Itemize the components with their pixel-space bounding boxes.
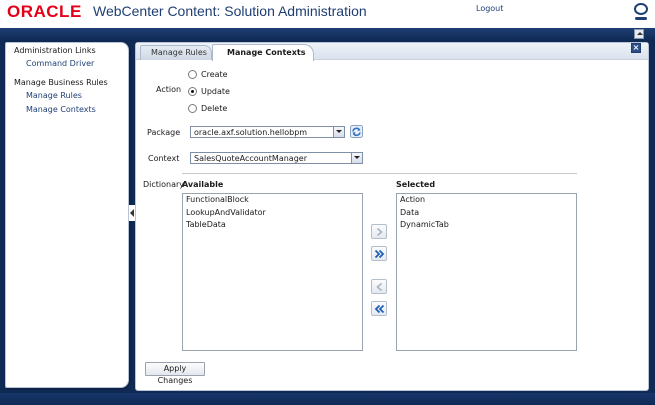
move-right-button[interactable] [371,224,387,239]
help-icon[interactable] [632,2,650,24]
footer-strip [0,393,655,405]
refresh-icon[interactable] [350,125,363,138]
move-all-right-icon [374,249,385,259]
app-title: WebCenter Content: Solution Administrati… [93,3,367,19]
list-item[interactable]: FunctionalBlock [183,194,362,207]
header-divider-strip [0,28,655,40]
main-panel: Manage Rules Manage Contexts × Action Cr… [135,42,649,391]
sidebar-item-manage-contexts[interactable]: Manage Contexts [26,105,96,114]
tab-manage-rules[interactable]: Manage Rules [140,45,212,60]
move-right-icon [376,227,383,237]
package-value: oracle.axf.solution.hellobpm [194,128,308,137]
list-item[interactable]: DynamicTab [397,219,576,232]
tab-label: Manage Rules [151,48,207,57]
move-all-left-icon [374,304,385,314]
sidebar-group-manage-business-rules: Manage Business Rules [14,78,108,87]
close-icon[interactable]: × [631,43,641,53]
radio-update[interactable] [188,87,197,96]
context-select[interactable]: SalesQuoteAccountManager [190,152,363,164]
apply-changes-button[interactable]: Apply Changes [145,362,205,385]
chevron-down-icon [333,127,344,137]
list-item[interactable]: LookupAndValidator [183,207,362,220]
context-value: SalesQuoteAccountManager [194,154,307,163]
dictionary-label: Dictionary [143,180,185,189]
scroll-up-icon[interactable] [634,29,644,39]
available-list[interactable]: FunctionalBlock LookupAndValidator Table… [182,193,363,351]
radio-delete[interactable] [188,104,197,113]
sidebar-item-manage-rules[interactable]: Manage Rules [26,91,82,100]
move-left-button[interactable] [371,279,387,294]
package-label: Package [147,128,181,137]
tab-label: Manage Contexts [227,48,306,57]
chevron-down-icon [351,153,362,163]
move-all-left-button[interactable] [371,301,387,316]
sidebar-item-command-driver[interactable]: Command Driver [26,59,94,68]
radio-delete-label: Delete [201,104,228,113]
context-label: Context [148,154,180,163]
sidebar-group-administration-links: Administration Links [14,46,96,55]
list-item[interactable]: TableData [183,219,362,232]
radio-update-label: Update [201,87,230,96]
action-label: Action [156,85,182,94]
package-select[interactable]: oracle.axf.solution.hellobpm [190,126,345,138]
move-left-icon [376,282,383,292]
top-header: ORACLE WebCenter Content: Solution Admin… [0,0,655,28]
tab-manage-contexts[interactable]: Manage Contexts [212,44,314,61]
available-header: Available [182,180,224,189]
list-item[interactable]: Data [397,207,576,220]
section-divider [182,173,577,174]
oracle-logo: ORACLE [7,2,82,21]
selected-header: Selected [396,180,436,189]
radio-create-label: Create [201,70,228,79]
logout-link[interactable]: Logout [476,4,503,13]
sidebar: Administration Links Command Driver Mana… [5,42,129,388]
move-all-right-button[interactable] [371,246,387,261]
selected-list[interactable]: Action Data DynamicTab [396,193,577,351]
radio-create[interactable] [188,70,197,79]
list-item[interactable]: Action [397,194,576,207]
